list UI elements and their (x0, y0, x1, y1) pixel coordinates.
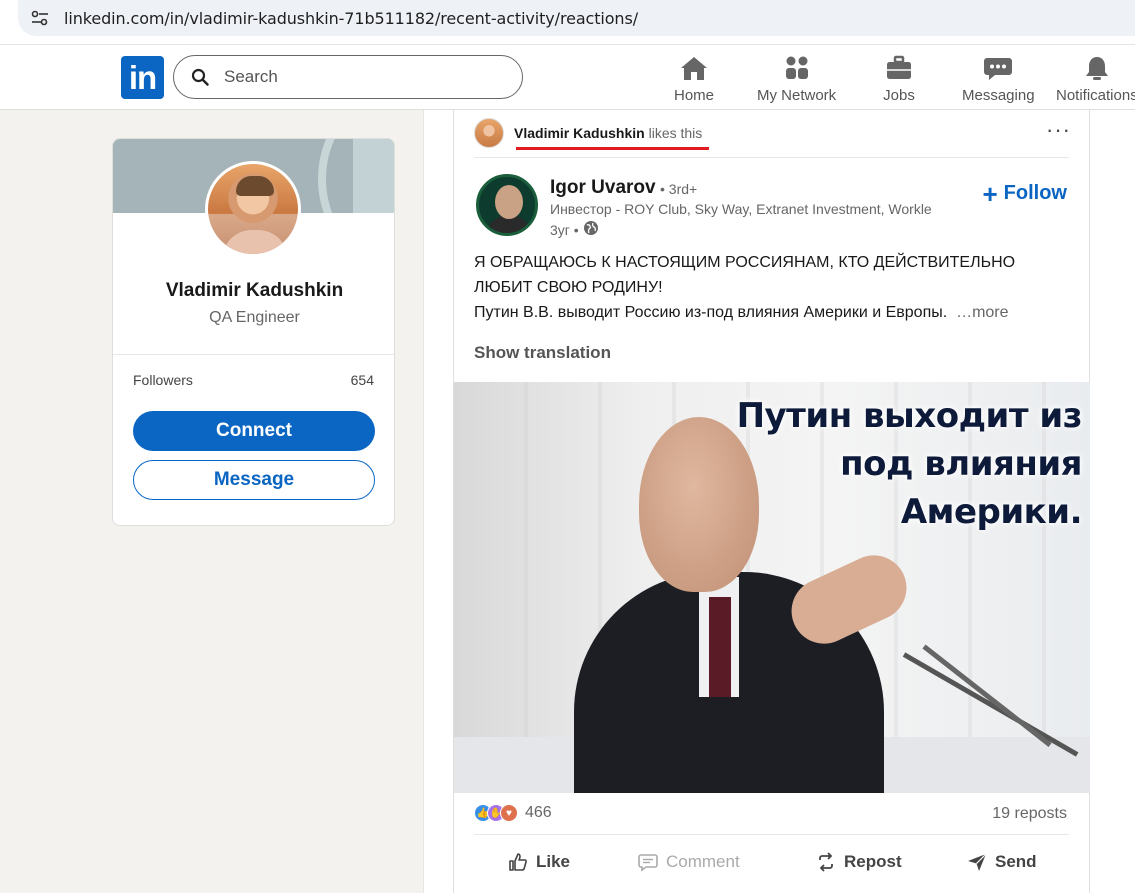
send-button[interactable]: Send (967, 852, 1037, 872)
like-label: Like (536, 852, 571, 871)
image-caption: Путин выходит из под влияния Америки. (736, 392, 1083, 536)
nav-messaging[interactable]: Messaging (962, 53, 1035, 105)
connect-button[interactable]: Connect (133, 411, 375, 451)
comment-icon (638, 852, 658, 872)
message-button[interactable]: Message (133, 460, 375, 500)
nav-my-network-label: My Network (757, 87, 837, 104)
highlight-underline (516, 147, 709, 150)
search-box[interactable] (173, 55, 523, 99)
network-icon (781, 53, 813, 83)
author-name[interactable]: Igor Uvarov (550, 177, 656, 199)
show-translation-link[interactable]: Show translation (474, 343, 611, 363)
image-caption-line: Америки. (900, 492, 1083, 532)
reaction-count: 466 (525, 804, 552, 821)
profile-card: Vladimir Kadushkin QA Engineer Followers… (112, 138, 395, 526)
image-caption-line: под влияния (840, 444, 1082, 484)
author-headline: Инвестор - ROY Club, Sky Way, Extranet I… (550, 201, 932, 217)
divider (113, 354, 394, 355)
post-context: Vladimir Kadushkin likes this (474, 118, 702, 148)
nav-notifications-label: Notifications (1056, 87, 1135, 104)
url-text[interactable]: linkedin.com/in/vladimir-kadushkin-71b51… (64, 9, 638, 28)
search-input[interactable] (224, 67, 504, 87)
profile-name[interactable]: Vladimir Kadushkin (113, 280, 394, 302)
profile-headline: QA Engineer (209, 309, 300, 326)
author-avatar[interactable] (476, 174, 538, 236)
follow-label: Follow (1003, 182, 1067, 204)
post-time-text: 3уг • (550, 221, 579, 238)
repost-button[interactable]: Repost (816, 852, 902, 872)
post-image[interactable]: Путин выходит из под влияния Америки. (454, 382, 1090, 793)
briefcase-icon (883, 53, 915, 83)
profile-avatar[interactable] (205, 161, 301, 257)
love-reaction-icon: ♥ (500, 804, 518, 822)
repost-icon (816, 852, 836, 872)
reaction-icons: 👍 ✋ ♥ (474, 804, 518, 822)
reposts-count[interactable]: 19 reposts (992, 805, 1067, 823)
home-icon (678, 53, 710, 83)
top-navbar: in Home My Network Jobs Messaging Notif (0, 44, 1135, 110)
divider (474, 157, 1069, 158)
post-context-text: Vladimir Kadushkin likes this (514, 125, 702, 141)
site-settings-icon[interactable] (28, 6, 52, 30)
image-caption-line: Путин выходит из (736, 396, 1083, 436)
thumbs-up-icon (508, 852, 528, 872)
repost-label: Repost (844, 852, 902, 871)
post-body: Я ОБРАЩАЮСЬ К НАСТОЯЩИМ РОССИЯНАМ, КТО Д… (474, 250, 1074, 325)
nav-home-label: Home (674, 87, 715, 104)
plus-icon: + (982, 178, 998, 209)
post-actions: Like Comment Repost Send (454, 852, 1090, 882)
more-options-icon[interactable]: ··· (1046, 119, 1071, 141)
linkedin-logo[interactable]: in (121, 56, 164, 99)
browser-address-bar: linkedin.com/in/vladimir-kadushkin-71b51… (0, 0, 1135, 44)
follow-button[interactable]: + Follow (982, 178, 1067, 209)
send-icon (967, 852, 987, 872)
feed-post: Vladimir Kadushkin likes this ··· Igor U… (453, 110, 1090, 893)
see-more-link[interactable]: …more (956, 304, 1008, 321)
reactions-summary[interactable]: 👍 ✋ ♥ 466 (474, 804, 552, 822)
author-connection-degree: • 3rd+ (660, 181, 698, 197)
post-timestamp: 3уг • (550, 220, 599, 239)
post-text-line: ЛЮБИТ СВОЮ РОДИНУ! (474, 279, 663, 296)
post-text-line-content: Путин В.В. выводит Россию из-под влияния… (474, 304, 948, 321)
followers-count: 654 (350, 372, 374, 388)
liker-avatar[interactable] (474, 118, 504, 148)
search-icon (190, 67, 210, 87)
comment-label: Comment (666, 852, 740, 871)
globe-icon (583, 220, 599, 239)
post-text-line: Путин В.В. выводит Россию из-под влияния… (474, 300, 1074, 325)
post-text-line: Я ОБРАЩАЮСЬ К НАСТОЯЩИМ РОССИЯНАМ, КТО Д… (474, 254, 1016, 271)
nav-messaging-label: Messaging (962, 87, 1035, 104)
chat-icon (982, 53, 1014, 83)
nav-jobs[interactable]: Jobs (883, 53, 915, 105)
bell-icon (1081, 53, 1113, 83)
divider (474, 834, 1069, 835)
like-button[interactable]: Like (508, 852, 570, 872)
url-field[interactable]: linkedin.com/in/vladimir-kadushkin-71b51… (18, 0, 1135, 36)
nav-home[interactable]: Home (674, 53, 714, 105)
nav-notifications[interactable]: Notifications (1056, 53, 1135, 105)
comment-button[interactable]: Comment (638, 852, 740, 872)
liker-name[interactable]: Vladimir Kadushkin (514, 125, 645, 141)
context-action: likes this (648, 125, 703, 141)
send-label: Send (995, 852, 1037, 871)
nav-jobs-label: Jobs (883, 87, 915, 104)
followers-label: Followers (133, 372, 193, 388)
nav-my-network[interactable]: My Network (757, 53, 836, 105)
